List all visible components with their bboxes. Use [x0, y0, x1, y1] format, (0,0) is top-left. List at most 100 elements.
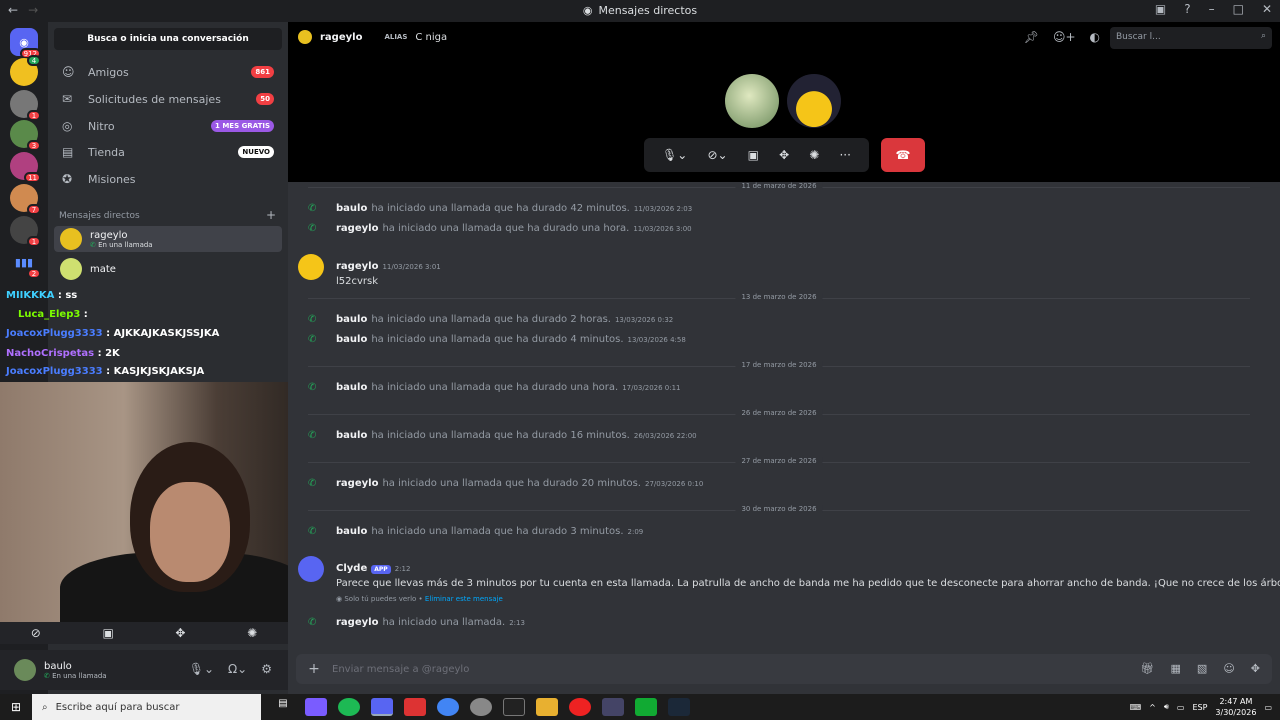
volume-icon[interactable]: 🔊︎ — [1164, 702, 1169, 712]
kick-icon[interactable] — [635, 698, 657, 716]
server-icon[interactable]: ▮▮▮ 2 — [10, 248, 41, 279]
server-icon[interactable]: 7 — [10, 184, 41, 215]
avatar[interactable] — [298, 556, 324, 582]
message-author[interactable]: rageylo — [336, 261, 378, 272]
apps-icon[interactable]: ✥ — [1251, 662, 1260, 675]
server-badge: 7 — [27, 204, 41, 215]
taskbar-search[interactable]: ⌕ Escribe aquí para buscar — [32, 694, 261, 720]
soundboard-icon[interactable]: ✺ — [809, 148, 819, 162]
message-author[interactable]: rageylo — [336, 478, 378, 489]
nav-shop[interactable]: ▤ Tienda NUEVO — [54, 140, 282, 164]
chevron-up-icon[interactable]: ^ — [1149, 703, 1156, 712]
dm-item-rageylo[interactable]: rageylo ✆ En una llamada — [54, 226, 282, 252]
video-off-icon[interactable]: ⊘ — [31, 626, 41, 640]
message-author[interactable]: baulo — [336, 382, 367, 393]
microphone-icon[interactable]: 🎙︎⌄ — [662, 148, 687, 162]
clock[interactable]: 2:47 AM 3/30/2026 — [1215, 696, 1256, 718]
help-icon[interactable]: ? — [1184, 2, 1190, 16]
add-attachment-icon[interactable]: + — [296, 661, 332, 677]
headphones-icon[interactable]: Ω⌄ — [228, 662, 247, 676]
call-participant-avatar[interactable] — [787, 74, 841, 128]
pin-icon[interactable]: 📌︎ — [1024, 30, 1039, 44]
call-system-message: ✆ rageylo ha iniciado una llamada que ha d… — [308, 478, 703, 489]
nav-label: Amigos — [88, 65, 129, 79]
copilot-icon[interactable] — [305, 698, 327, 716]
sticker-icon[interactable]: ▧ — [1197, 662, 1207, 675]
more-icon[interactable]: ··· — [839, 148, 850, 162]
soundboard-icon[interactable]: ✺ — [247, 626, 257, 640]
avatar[interactable] — [14, 659, 36, 681]
spotify-icon[interactable] — [338, 698, 360, 716]
avatar[interactable] — [298, 254, 324, 280]
nav-friends[interactable]: ☺ Amigos 861 — [54, 60, 282, 84]
app-icon[interactable] — [404, 698, 426, 716]
opera-icon[interactable] — [569, 698, 591, 716]
message-author[interactable]: Clyde — [336, 563, 367, 574]
notifications-icon[interactable]: ▭ — [1264, 703, 1272, 712]
language-indicator[interactable]: ESP — [1192, 703, 1207, 712]
message-author[interactable]: baulo — [336, 526, 367, 537]
delete-message-link[interactable]: Eliminar este mensaje — [425, 595, 503, 603]
nav-quests[interactable]: ✪ Misiones — [54, 167, 282, 191]
profile-icon[interactable]: ◐ — [1090, 30, 1100, 44]
gift-icon[interactable]: 🎁︎ — [1141, 662, 1155, 675]
search-input[interactable]: Buscar l... ⌕ — [1110, 27, 1272, 49]
message-author[interactable]: rageylo — [336, 223, 378, 234]
message-text: ha iniciado una llamada que ha durado 16… — [371, 430, 630, 441]
file-explorer-icon[interactable] — [536, 698, 558, 716]
gear-icon[interactable]: ⚙ — [261, 662, 272, 676]
server-icon[interactable]: 11 — [10, 152, 41, 183]
add-dm-icon[interactable]: + — [266, 208, 276, 222]
message-input[interactable]: + Enviar mensaje a @rageylo 🎁︎ ▦ ▧ ☺ ✥ — [296, 654, 1272, 684]
windows-start-icon[interactable]: ⊞ — [0, 700, 32, 714]
date-separator: 30 de marzo de 2026 — [308, 505, 1250, 515]
server-icon[interactable]: 4 — [10, 55, 41, 86]
app-icon[interactable] — [470, 698, 492, 716]
screen-share-icon[interactable]: ▣ — [102, 626, 113, 640]
steam-icon[interactable] — [668, 698, 690, 716]
phone-icon: ✆ — [308, 430, 317, 441]
activities-icon[interactable]: ✥ — [175, 626, 185, 640]
message-author[interactable]: baulo — [336, 430, 367, 441]
find-conversation-button[interactable]: Busca o inicia una conversación — [54, 28, 282, 50]
call-participant-avatar[interactable] — [725, 74, 779, 128]
app-badge: APP — [371, 565, 391, 574]
message-author[interactable]: baulo — [336, 334, 367, 345]
server-icon[interactable]: 1 — [10, 216, 41, 247]
camera-off-icon[interactable]: ⊘⌄ — [707, 148, 727, 162]
nav-label: Misiones — [88, 172, 136, 186]
dm-name: rageylo — [90, 229, 128, 241]
app-icon[interactable] — [602, 698, 624, 716]
screen-share-icon[interactable]: ▣ — [748, 148, 759, 162]
emoji-icon[interactable]: ☺ — [1223, 662, 1234, 675]
task-view-icon[interactable]: ▤ — [272, 698, 294, 716]
add-friend-icon[interactable]: ☺+ — [1053, 30, 1076, 44]
home-button[interactable]: ◉ 912 — [10, 28, 41, 59]
nav-label: Solicitudes de mensajes — [88, 92, 221, 106]
hang-up-button[interactable]: ☎ — [881, 138, 925, 172]
gif-icon[interactable]: ▦ — [1171, 662, 1181, 675]
maximize-button[interactable]: □ — [1233, 2, 1244, 16]
nav-message-requests[interactable]: ✉ Solicitudes de mensajes 50 — [54, 87, 282, 111]
clock-date: 3/30/2026 — [1215, 708, 1257, 717]
message-time: 27/03/2026 0:10 — [644, 479, 704, 488]
message-author[interactable]: baulo — [336, 203, 367, 214]
server-icon[interactable]: 3 — [10, 120, 41, 151]
message-text: l52cvrsk — [336, 276, 379, 287]
close-button[interactable]: ✕ — [1262, 2, 1272, 16]
chrome-icon[interactable] — [437, 698, 459, 716]
nav-nitro[interactable]: ◎ Nitro 1 MES GRATIS — [54, 114, 282, 138]
app-icon[interactable] — [503, 698, 525, 716]
message-time: 13/03/2026 0:32 — [614, 315, 674, 324]
discord-icon[interactable] — [371, 698, 393, 716]
message-author[interactable]: rageylo — [336, 617, 378, 628]
server-icon[interactable]: 1 — [10, 90, 41, 121]
inbox-icon[interactable]: ▣ — [1155, 2, 1166, 16]
microphone-icon[interactable]: 🎙︎⌄ — [189, 662, 214, 676]
message-author[interactable]: baulo — [336, 314, 367, 325]
dm-item-mate[interactable]: mate — [54, 256, 282, 282]
network-icon[interactable]: ▭ — [1177, 703, 1185, 712]
minimize-button[interactable]: – — [1209, 2, 1215, 16]
activities-icon[interactable]: ✥ — [779, 148, 789, 162]
keyboard-icon[interactable]: ⌨ — [1130, 703, 1142, 712]
